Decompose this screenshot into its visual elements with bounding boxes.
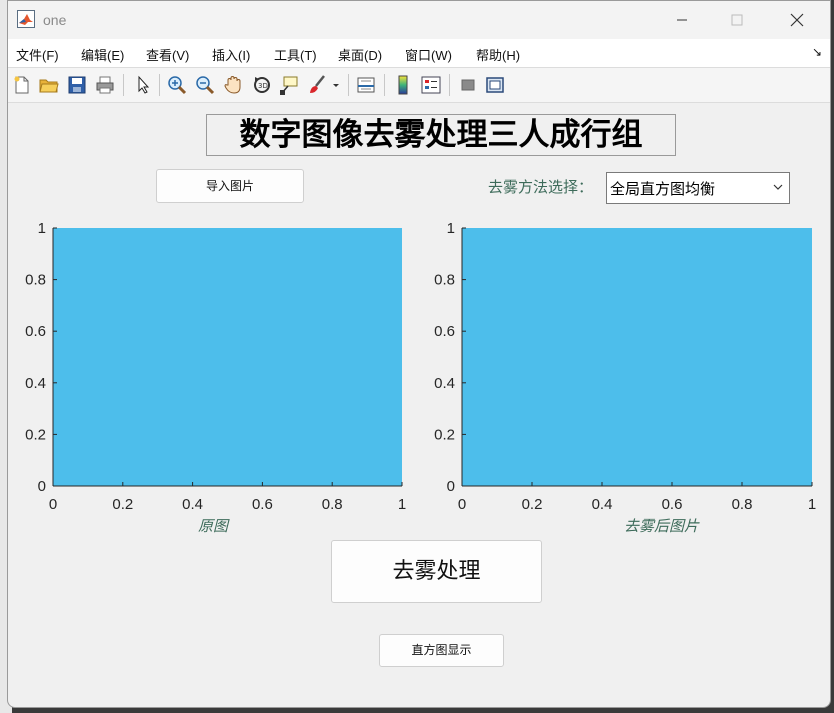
original-image-caption: 原图 (198, 517, 229, 535)
toolbar-separator (384, 74, 385, 96)
y-tick-label: 0.6 (434, 323, 455, 340)
zoom-out-icon[interactable] (194, 74, 216, 96)
toolbar-separator (348, 74, 349, 96)
y-tick-label: 1 (447, 220, 455, 237)
method-label: 去雾方法选择： (488, 178, 594, 196)
toolbar-separator (159, 74, 160, 96)
zoom-in-icon[interactable] (166, 74, 188, 96)
brush-dropdown-icon[interactable] (330, 74, 342, 96)
menu-window[interactable]: 窗口(W) (405, 45, 452, 64)
menu-insert[interactable]: 插入(I) (212, 45, 250, 64)
y-tick-label: 0 (447, 478, 455, 495)
x-tick-label: 1 (398, 496, 406, 513)
close-icon (790, 13, 804, 27)
close-button[interactable] (774, 5, 820, 35)
y-tick-label: 0.4 (434, 375, 455, 392)
open-folder-icon[interactable] (38, 74, 60, 96)
matlab-logo-icon (17, 10, 35, 28)
axes-plot-area (53, 228, 402, 486)
x-tick-label: 0.6 (252, 496, 273, 513)
chevron-down-icon (773, 184, 783, 190)
x-tick-label: 0 (458, 496, 466, 513)
method-dropdown-value: 全局直方图均衡 (610, 180, 716, 198)
dehazed-image-axes[interactable]: 0 0.2 0.4 0.6 0.8 1 0 0.2 0.4 0.6 0.8 1 (418, 211, 830, 541)
pan-hand-icon[interactable] (222, 74, 244, 96)
method-dropdown[interactable]: 全局直方图均衡 (606, 172, 790, 204)
print-icon[interactable] (94, 74, 116, 96)
y-tick-label: 0.4 (25, 375, 46, 392)
svg-text:3D: 3D (258, 82, 268, 90)
pointer-icon[interactable] (132, 74, 154, 96)
legend-icon[interactable] (420, 74, 442, 96)
maximize-icon (731, 14, 743, 26)
x-tick-label: 0.6 (662, 496, 683, 513)
save-icon[interactable] (66, 74, 88, 96)
title-bar: one (8, 1, 830, 39)
menu-help[interactable]: 帮助(H) (476, 45, 520, 64)
brush-icon[interactable] (306, 74, 328, 96)
toolbar-separator (449, 74, 450, 96)
menu-edit[interactable]: 编辑(E) (81, 45, 124, 64)
x-tick-label: 1 (808, 496, 816, 513)
y-tick-label: 0.2 (434, 426, 455, 443)
histogram-display-button[interactable]: 直方图显示 (379, 634, 504, 667)
y-tick-label: 0 (38, 478, 46, 495)
figure-window: one 文件(F) 编辑(E) 查看(V) 插入(I) 工具(T) 桌面(D) … (7, 0, 831, 708)
y-tick-label: 0.8 (25, 272, 46, 289)
link-plot-icon[interactable] (355, 74, 377, 96)
menu-file[interactable]: 文件(F) (16, 45, 59, 64)
x-tick-label: 0.4 (182, 496, 203, 513)
hide-plot-tools-icon[interactable] (457, 74, 479, 96)
minimize-button[interactable] (659, 5, 705, 35)
dehaze-process-button[interactable]: 去雾处理 (331, 540, 542, 603)
import-image-button[interactable]: 导入图片 (156, 169, 304, 203)
figure-toolbar: 3D (8, 67, 830, 103)
rotate-3d-icon[interactable]: 3D (251, 74, 273, 96)
y-tick-label: 1 (38, 220, 46, 237)
maximize-button[interactable] (714, 5, 760, 35)
menu-bar: 文件(F) 编辑(E) 查看(V) 插入(I) 工具(T) 桌面(D) 窗口(W… (8, 39, 830, 67)
dock-arrow-icon[interactable]: ↘ (812, 45, 822, 59)
x-tick-label: 0.2 (522, 496, 543, 513)
x-tick-label: 0 (49, 496, 57, 513)
original-image-axes[interactable]: 0 0.2 0.4 0.6 0.8 1 0 0.2 0.4 0.6 0.8 1 (8, 211, 418, 541)
minimize-icon (677, 19, 687, 21)
y-tick-label: 0.8 (434, 272, 455, 289)
window-title: one (43, 12, 67, 28)
show-plot-tools-icon[interactable] (484, 74, 506, 96)
menu-view[interactable]: 查看(V) (146, 45, 189, 64)
y-tick-label: 0.6 (25, 323, 46, 340)
new-file-icon[interactable] (11, 74, 33, 96)
menu-desktop[interactable]: 桌面(D) (338, 45, 382, 64)
y-tick-label: 0.2 (25, 426, 46, 443)
x-tick-label: 0.2 (112, 496, 133, 513)
dehazed-image-caption: 去雾后图片 (624, 517, 700, 535)
toolbar-separator (123, 74, 124, 96)
data-tips-icon[interactable] (278, 74, 300, 96)
x-tick-label: 0.8 (322, 496, 343, 513)
menu-tools[interactable]: 工具(T) (274, 45, 317, 64)
x-tick-label: 0.4 (592, 496, 613, 513)
colorbar-icon[interactable] (392, 74, 414, 96)
x-tick-label: 0.8 (732, 496, 753, 513)
axes-plot-area (462, 228, 812, 486)
app-title: 数字图像去雾处理三人成行组 (206, 114, 676, 156)
